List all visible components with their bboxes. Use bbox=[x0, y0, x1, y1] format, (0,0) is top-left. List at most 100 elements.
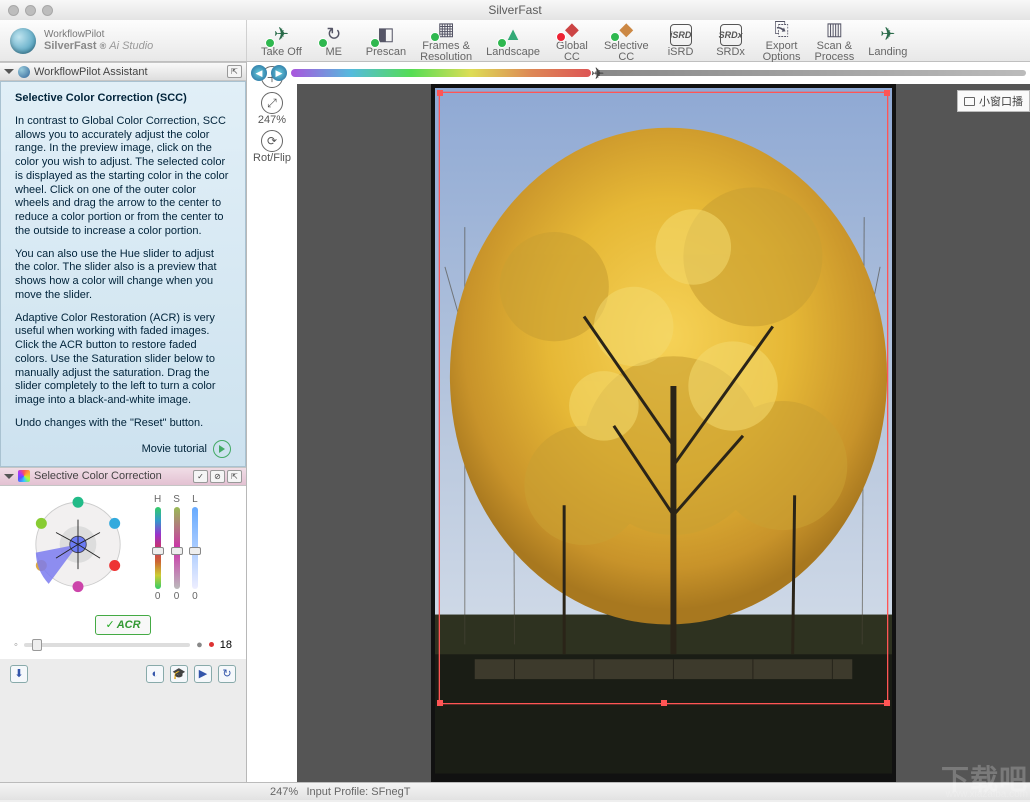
color-wheel[interactable] bbox=[8, 494, 148, 607]
play-icon[interactable] bbox=[213, 440, 231, 458]
toolbar-label: Scan & Process bbox=[815, 41, 855, 63]
expert-button[interactable]: 🎓 bbox=[170, 665, 188, 683]
timeline-remaining[interactable]: ✈ bbox=[595, 70, 1026, 76]
rotate-flip-button[interactable]: ⟳Rot/Flip bbox=[253, 130, 291, 164]
toolbar-label: Take Off bbox=[261, 47, 302, 58]
slider-thumb[interactable] bbox=[32, 639, 42, 651]
toolbar-label: Global CC bbox=[556, 41, 588, 63]
footer-zoom: 247% bbox=[270, 786, 298, 798]
save-preset-button[interactable]: ⬇ bbox=[10, 665, 28, 683]
toolbar-selcc-button[interactable]: ◆Selective CC bbox=[604, 18, 649, 63]
zoom-fit-button[interactable]: ⤢247% bbox=[258, 92, 286, 126]
assist-paragraph: You can also use the Hue slider to adjus… bbox=[15, 248, 231, 303]
slider-thumb[interactable] bbox=[152, 547, 164, 555]
panel-header-assistant[interactable]: WorkflowPilot Assistant ⇱ bbox=[0, 62, 246, 81]
plane-marker-icon: ✈ bbox=[591, 64, 604, 84]
landscape-icon: ▲ bbox=[499, 24, 527, 46]
reset-button[interactable]: ↻ bbox=[218, 665, 236, 683]
toolbar-prescan-button[interactable]: ◧Prescan bbox=[366, 24, 406, 58]
toolbar-frames-button[interactable]: ▦Frames & Resolution bbox=[420, 18, 472, 63]
selcc-icon: ◆ bbox=[612, 18, 640, 40]
toolbar-label: Frames & Resolution bbox=[420, 41, 472, 63]
srdx-icon: SRDx bbox=[717, 24, 745, 46]
globalcc-icon: ◆ bbox=[558, 18, 586, 40]
apply-button[interactable]: ✓ bbox=[193, 470, 208, 483]
toolbar-scan-button[interactable]: ▥Scan & Process bbox=[815, 18, 855, 63]
frames-icon: ▦ bbox=[432, 18, 460, 40]
crop-handle-ne[interactable] bbox=[884, 90, 890, 96]
preview-button[interactable]: ▶ bbox=[194, 665, 212, 683]
slider-inc-icon: ● bbox=[196, 639, 203, 651]
toolbar-export-button[interactable]: ⎘Export Options bbox=[763, 18, 801, 63]
eyedropper-button[interactable]: ◐ bbox=[146, 665, 164, 683]
preview-canvas[interactable] bbox=[297, 84, 1030, 782]
brand-title: SilverFast® Ai Studio bbox=[44, 40, 153, 52]
slider-dec-icon: ◦ bbox=[14, 639, 18, 651]
cancel-button[interactable]: ⊘ bbox=[210, 470, 225, 483]
window-title: SilverFast bbox=[0, 3, 1030, 17]
assist-heading: Selective Color Correction (SCC) bbox=[15, 92, 187, 104]
toolbar-label: Export Options bbox=[763, 41, 801, 63]
toolbar: ✈Take Off↻ME◧Prescan▦Frames & Resolution… bbox=[247, 20, 1030, 61]
crop-handle-nw[interactable] bbox=[437, 90, 443, 96]
scc-action-row: ⬇ ◐ 🎓 ▶ ↻ bbox=[0, 659, 246, 689]
toolbar-label: Selective CC bbox=[604, 41, 649, 63]
detach-panel-button[interactable]: ⇱ bbox=[227, 470, 242, 483]
scc-icon bbox=[18, 470, 30, 482]
toolbar-me-button[interactable]: ↻ME bbox=[316, 24, 352, 58]
toolbar-label: Landing bbox=[868, 47, 907, 58]
footer-profile: Input Profile: SFnegT bbox=[306, 786, 410, 798]
disclosure-icon bbox=[4, 474, 14, 484]
assist-paragraph: Undo changes with the "Reset" button. bbox=[15, 417, 231, 431]
toolbar-globalcc-button[interactable]: ◆Global CC bbox=[554, 18, 590, 63]
toolbar-landscape-button[interactable]: ▲Landscape bbox=[486, 24, 540, 58]
crop-selection[interactable] bbox=[439, 92, 888, 704]
assist-paragraph: Adaptive Color Restoration (ACR) is very… bbox=[15, 312, 231, 408]
slider-thumb[interactable] bbox=[189, 547, 201, 555]
status-badge-icon bbox=[318, 38, 328, 48]
toolbar-landing-button[interactable]: ✈Landing bbox=[868, 24, 907, 58]
isrd-icon: iSRD bbox=[667, 24, 695, 46]
indicator-dot bbox=[209, 642, 214, 647]
acr-button[interactable]: ✓ACR bbox=[95, 615, 151, 635]
hue-slider[interactable]: H 0 bbox=[154, 494, 161, 607]
view-tools: ＋ ⤢247% ⟳Rot/Flip bbox=[247, 62, 297, 782]
mini-window-popup[interactable]: 小窗口播 bbox=[957, 90, 1030, 112]
assist-paragraph: In contrast to Global Color Correction, … bbox=[15, 115, 231, 239]
globe-icon bbox=[18, 66, 30, 78]
crop-handle-sw[interactable] bbox=[437, 700, 443, 706]
saturation-value: 18 bbox=[220, 639, 232, 651]
slider-thumb[interactable] bbox=[171, 547, 183, 555]
brand-area: WorkflowPilot SilverFast® Ai Studio bbox=[0, 20, 247, 61]
toolbar-label: iSRD bbox=[668, 47, 694, 58]
toolbar-isrd-button[interactable]: iSRDiSRD bbox=[663, 24, 699, 58]
toolbar-label: ME bbox=[326, 47, 343, 58]
status-badge-icon bbox=[370, 38, 380, 48]
watermark-url: www.xiazaiba.com bbox=[946, 789, 1028, 800]
landing-icon: ✈ bbox=[874, 24, 902, 46]
toolbar-label: SRDx bbox=[716, 47, 745, 58]
panel-header-scc[interactable]: Selective Color Correction ✓ ⊘ ⇱ bbox=[0, 467, 246, 486]
saturation-slider[interactable]: S 0 bbox=[173, 494, 180, 607]
panel-title: WorkflowPilot Assistant bbox=[34, 66, 148, 78]
sidebar: WorkflowPilot Assistant ⇱ Selective Colo… bbox=[0, 62, 247, 782]
acr-saturation-slider[interactable] bbox=[24, 643, 190, 647]
next-step-button[interactable]: ▶ bbox=[271, 65, 287, 81]
crop-handle-se[interactable] bbox=[884, 700, 890, 706]
assistant-panel: Selective Color Correction (SCC) In cont… bbox=[0, 81, 246, 467]
panel-title: Selective Color Correction bbox=[34, 470, 162, 482]
toolbar-srdx-button[interactable]: SRDxSRDx bbox=[713, 24, 749, 58]
timeline-progress[interactable] bbox=[291, 69, 591, 77]
movie-tutorial-link[interactable]: Movie tutorial bbox=[142, 443, 207, 455]
toolbar-label: Prescan bbox=[366, 47, 406, 58]
detach-panel-button[interactable]: ⇱ bbox=[227, 65, 242, 78]
me-icon: ↻ bbox=[320, 24, 348, 46]
prev-step-button[interactable]: ◀ bbox=[251, 65, 267, 81]
crop-handle-s[interactable] bbox=[661, 700, 667, 706]
toolbar-takeoff-button[interactable]: ✈Take Off bbox=[261, 24, 302, 58]
tv-icon bbox=[964, 97, 975, 106]
lightness-slider[interactable]: L 0 bbox=[192, 494, 198, 607]
disclosure-icon bbox=[4, 69, 14, 79]
toolbar-label: Landscape bbox=[486, 47, 540, 58]
film-frame bbox=[431, 84, 896, 782]
